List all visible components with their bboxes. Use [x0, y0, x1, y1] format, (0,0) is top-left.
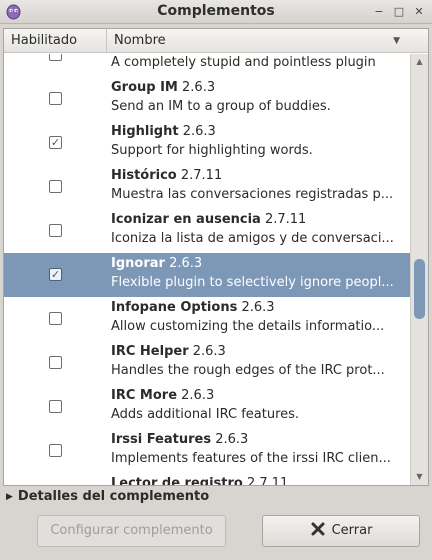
enable-checkbox[interactable] [49, 312, 62, 325]
plugin-list[interactable]: Habilitado Nombre ▼ A completely stupid … [3, 28, 429, 486]
plugin-version: 2.7.11 [264, 212, 307, 227]
plugin-description: Implements features of the irssi IRC cli… [111, 451, 391, 466]
scroll-down-icon[interactable]: ▼ [411, 469, 428, 485]
column-name-label: Nombre [114, 33, 166, 48]
plugin-version: 2.6.3 [181, 388, 215, 403]
enable-checkbox[interactable] [49, 444, 62, 457]
close-x-icon [311, 522, 325, 536]
plugin-name: IRC More [111, 388, 178, 403]
plugin-title: Irssi Features 2.6.3 [111, 432, 406, 447]
plugin-name: Infopane Options [111, 300, 238, 315]
enable-checkbox[interactable]: ✓ [49, 268, 62, 281]
configure-plugin-button[interactable]: Configurar complemento [37, 515, 226, 547]
plugin-name: Lector de registro [111, 476, 243, 485]
enable-checkbox[interactable] [49, 400, 62, 413]
enable-checkbox[interactable]: ✓ [49, 136, 62, 149]
column-name[interactable]: Nombre ▼ [107, 29, 410, 53]
plugin-row-selected[interactable]: ✓ Ignorar 2.6.3 Flexible plugin to selec… [4, 253, 410, 297]
plugin-description: A completely stupid and pointless plugin [111, 55, 376, 70]
enable-checkbox[interactable] [49, 54, 62, 61]
plugin-description: Handles the rough edges of the IRC prot.… [111, 363, 385, 378]
plugin-row[interactable]: A completely stupid and pointless plugin [4, 54, 410, 77]
plugin-row[interactable]: ✓ Highlight 2.6.3 Support for highlighti… [4, 121, 410, 165]
plugin-version: 2.6.3 [192, 344, 226, 359]
plugin-name: Irssi Features [111, 432, 212, 447]
vertical-scrollbar[interactable]: ▲ ▼ [410, 54, 428, 485]
plugin-row[interactable]: IRC Helper 2.6.3 Handles the rough edges… [4, 341, 410, 385]
plugin-description: Iconiza la lista de amigos y de conversa… [111, 231, 394, 246]
title-bar: Complementos − □ ✕ [0, 0, 432, 24]
plugin-title: Infopane Options 2.6.3 [111, 300, 406, 315]
plugin-row[interactable]: Lector de registro 2.7.11 [4, 473, 410, 485]
plugin-title: IRC More 2.6.3 [111, 388, 406, 403]
scroll-up-icon[interactable]: ▲ [411, 54, 428, 70]
plugin-name: Ignorar [111, 256, 165, 271]
close-button[interactable]: Cerrar [262, 515, 420, 547]
plugin-version: 2.6.3 [182, 124, 216, 139]
plugin-title: Lector de registro 2.7.11 [111, 476, 406, 485]
details-expander[interactable]: ▶ Detalles del complemento [6, 489, 209, 507]
expander-arrow-icon: ▶ [6, 492, 13, 502]
enable-checkbox[interactable] [49, 92, 62, 105]
plugin-name: Group IM [111, 80, 178, 95]
plugin-version: 2.6.3 [241, 300, 275, 315]
list-header: Habilitado Nombre ▼ [4, 29, 428, 53]
window-title: Complementos [157, 3, 275, 19]
plugin-row[interactable]: Irssi Features 2.6.3 Implements features… [4, 429, 410, 473]
plugin-name: Highlight [111, 124, 179, 139]
enable-checkbox[interactable] [49, 180, 62, 193]
plugin-version: 2.6.3 [169, 256, 203, 271]
plugin-rows: A completely stupid and pointless plugin… [4, 54, 410, 485]
plugin-description: Adds additional IRC features. [111, 407, 300, 422]
details-expander-label: Detalles del complemento [17, 489, 210, 504]
plugin-description: Send an IM to a group of buddies. [111, 99, 331, 114]
plugin-row[interactable]: Iconizar en ausencia 2.7.11 Iconiza la l… [4, 209, 410, 253]
plugin-version: 2.6.3 [182, 80, 216, 95]
plugin-title: Ignorar 2.6.3 [111, 256, 406, 271]
maximize-icon[interactable]: □ [392, 5, 406, 19]
plugin-description: Muestra las conversaciones registradas p… [111, 187, 394, 202]
close-icon[interactable]: ✕ [412, 5, 426, 19]
plugin-row[interactable]: Histórico 2.7.11 Muestra las conversacio… [4, 165, 410, 209]
plugin-description: Flexible plugin to selectively ignore pe… [111, 275, 394, 290]
plugin-title: Group IM 2.6.3 [111, 80, 406, 95]
plugin-title: IRC Helper 2.6.3 [111, 344, 406, 359]
configure-plugin-label: Configurar complemento [50, 523, 213, 538]
plugin-name: IRC Helper [111, 344, 189, 359]
plugin-row[interactable]: Infopane Options 2.6.3 Allow customizing… [4, 297, 410, 341]
plugin-row[interactable]: IRC More 2.6.3 Adds additional IRC featu… [4, 385, 410, 429]
enable-checkbox[interactable] [49, 224, 62, 237]
plugin-name: Histórico [111, 168, 177, 183]
scrollbar-thumb[interactable] [414, 259, 425, 319]
minimize-icon[interactable]: − [372, 5, 386, 19]
plugin-version: 2.7.11 [246, 476, 289, 485]
close-button-label: Cerrar [331, 523, 373, 538]
plugin-description: Support for highlighting words. [111, 143, 313, 158]
plugin-description: Allow customizing the details informatio… [111, 319, 385, 334]
plugin-title: Histórico 2.7.11 [111, 168, 406, 183]
plugin-version: 2.6.3 [215, 432, 249, 447]
enable-checkbox[interactable] [49, 356, 62, 369]
plugin-row[interactable]: Group IM 2.6.3 Send an IM to a group of … [4, 77, 410, 121]
plugin-title: Highlight 2.6.3 [111, 124, 406, 139]
sort-down-icon: ▼ [393, 36, 400, 46]
plugin-name: Iconizar en ausencia [111, 212, 261, 227]
plugin-version: 2.7.11 [180, 168, 223, 183]
column-enabled[interactable]: Habilitado [4, 29, 107, 53]
plugin-title: Iconizar en ausencia 2.7.11 [111, 212, 406, 227]
